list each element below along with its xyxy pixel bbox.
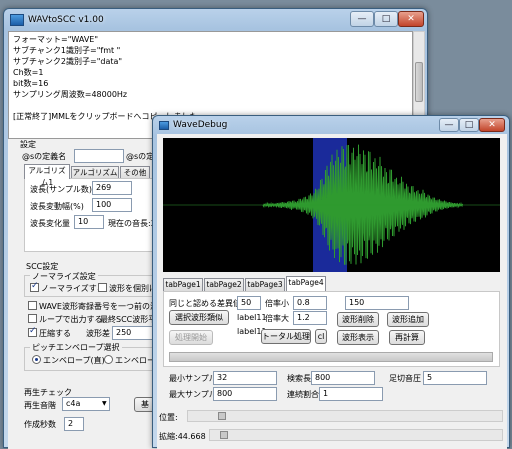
tab-page1[interactable]: tabPage1	[163, 278, 203, 291]
min-sample-input[interactable]: 32	[213, 371, 277, 385]
process-start-button[interactable]: 処理開始	[169, 330, 213, 345]
maximize-button[interactable]: □	[374, 11, 398, 27]
tab-page3[interactable]: tabPage3	[245, 278, 285, 291]
normalize-group-label: ノーマライズ設定	[30, 271, 98, 282]
minimize-button[interactable]: —	[439, 118, 459, 132]
recalc-button[interactable]: 再計算	[389, 330, 425, 345]
zoom-scrollbar[interactable]	[209, 429, 503, 441]
waveform-plot[interactable]	[163, 138, 500, 272]
total-process-button[interactable]: トータル処理	[261, 329, 311, 344]
log-line: Ch数=1	[13, 68, 44, 77]
settings-heading: 設定	[20, 140, 36, 149]
log-line: bit数=16	[13, 79, 49, 88]
waveamp-input[interactable]: 100	[92, 198, 132, 212]
ratio-min-input[interactable]: 0.8	[293, 296, 327, 310]
maximize-button[interactable]: □	[459, 118, 479, 132]
wavechg-input[interactable]: 10	[74, 215, 104, 229]
app-icon	[159, 120, 169, 130]
compress-label: 圧縮する	[39, 329, 71, 338]
ratio-max-input[interactable]: 1.2	[293, 311, 327, 325]
same-wave-label: 同じと認める差異値	[169, 299, 241, 308]
wave-same-label: WAVE波形寄録番号を一つ前の波形	[39, 302, 166, 311]
cl-button[interactable]: cl	[315, 329, 327, 344]
note-label: 再生音階	[24, 401, 56, 410]
chevron-down-icon[interactable]: ▼	[102, 400, 107, 407]
value-150-input[interactable]: 150	[345, 296, 409, 310]
log-line: サブチャンク2識別子="data"	[13, 57, 123, 66]
max-sample-label: 最大サンプル	[169, 390, 217, 399]
max-sample-input[interactable]: 800	[213, 387, 277, 401]
log-line: サブチャンク1識別子="fmt "	[13, 46, 121, 55]
ratio-min-label: 倍率小	[265, 299, 289, 308]
wave-diff-input[interactable]: 250	[112, 326, 154, 340]
tab-algorithm1[interactable]: アルゴリズム1	[24, 164, 70, 187]
normalize-label: ノーマライズする	[41, 284, 105, 293]
cont-ratio-input[interactable]: 1	[319, 387, 383, 401]
env-straight-radio[interactable]	[32, 355, 41, 364]
loop-out-label: ループで出力する	[39, 315, 103, 324]
env-other-radio[interactable]	[104, 355, 113, 364]
search-len-input[interactable]: 800	[311, 371, 375, 385]
wavechg-label: 波長変化量	[30, 219, 70, 228]
tempo-input[interactable]: 2	[64, 417, 84, 431]
pitch-group-label: ピッチエンベロープ選択	[30, 342, 122, 353]
close-button[interactable]: ✕	[479, 118, 505, 132]
tab-page2[interactable]: tabPage2	[204, 278, 244, 291]
main-window-title: WAVtoSCC v1.00	[28, 15, 104, 25]
tab-page4[interactable]: tabPage4	[286, 276, 326, 291]
define-name-label: @sの定義名	[22, 152, 67, 161]
wave-diff-label: 波形差	[86, 329, 110, 338]
cut-vol-input[interactable]: 5	[423, 371, 487, 385]
normalize-checkbox[interactable]	[30, 281, 39, 292]
cont-ratio-label: 連続割合	[287, 390, 319, 399]
search-len-label: 検索長	[287, 374, 311, 383]
cut-vol-label: 足切音圧	[389, 374, 421, 383]
wavelen-label: 波長(サンプル数)	[30, 185, 93, 194]
debug-client: tabPage1 tabPage2 tabPage3 tabPage4 同じと認…	[157, 134, 507, 449]
wave-same-checkbox[interactable]	[28, 301, 37, 310]
wave-add-button[interactable]: 波形追加	[387, 312, 429, 327]
wave-show-button[interactable]: 波形表示	[337, 330, 379, 345]
log-line: フォーマット="WAVE"	[13, 35, 99, 44]
position-label: 位置:	[159, 413, 178, 422]
ratio-max-label: 倍率大	[265, 314, 289, 323]
minimize-button[interactable]: —	[350, 11, 374, 27]
progress-bar	[169, 352, 493, 362]
min-sample-label: 最小サンプル	[169, 374, 217, 383]
close-button[interactable]: ✕	[398, 11, 424, 27]
debug-window: WaveDebug — □ ✕ tabPage1 tabPage2 tabPag…	[152, 115, 510, 449]
wave-delete-button[interactable]: 波形削除	[337, 312, 379, 327]
compress-checkbox[interactable]	[28, 326, 37, 337]
env-straight-label: エンベロープ(直)	[43, 356, 105, 365]
waveamp-label: 波長変動幅(%)	[30, 202, 84, 211]
final-scc-label: 最終SCC波形平	[100, 315, 157, 324]
wavelen-input[interactable]: 269	[92, 181, 132, 195]
loop-out-checkbox[interactable]	[28, 314, 37, 323]
log-line: サンプリング周波数=48000Hz	[13, 90, 128, 99]
tempo-label: 作成秒数	[24, 420, 56, 429]
position-scrollbar[interactable]	[187, 410, 503, 422]
same-wave-input[interactable]: 50	[237, 296, 261, 310]
normalize-each-checkbox[interactable]	[98, 283, 107, 292]
select-similar-button[interactable]: 選択波形類似	[169, 310, 229, 325]
debug-window-title: WaveDebug	[173, 120, 228, 130]
label11a: label11	[237, 313, 267, 322]
define-name-input[interactable]	[74, 149, 124, 163]
app-icon	[10, 14, 24, 26]
zoom-label: 拡縮:44.668	[159, 432, 206, 441]
